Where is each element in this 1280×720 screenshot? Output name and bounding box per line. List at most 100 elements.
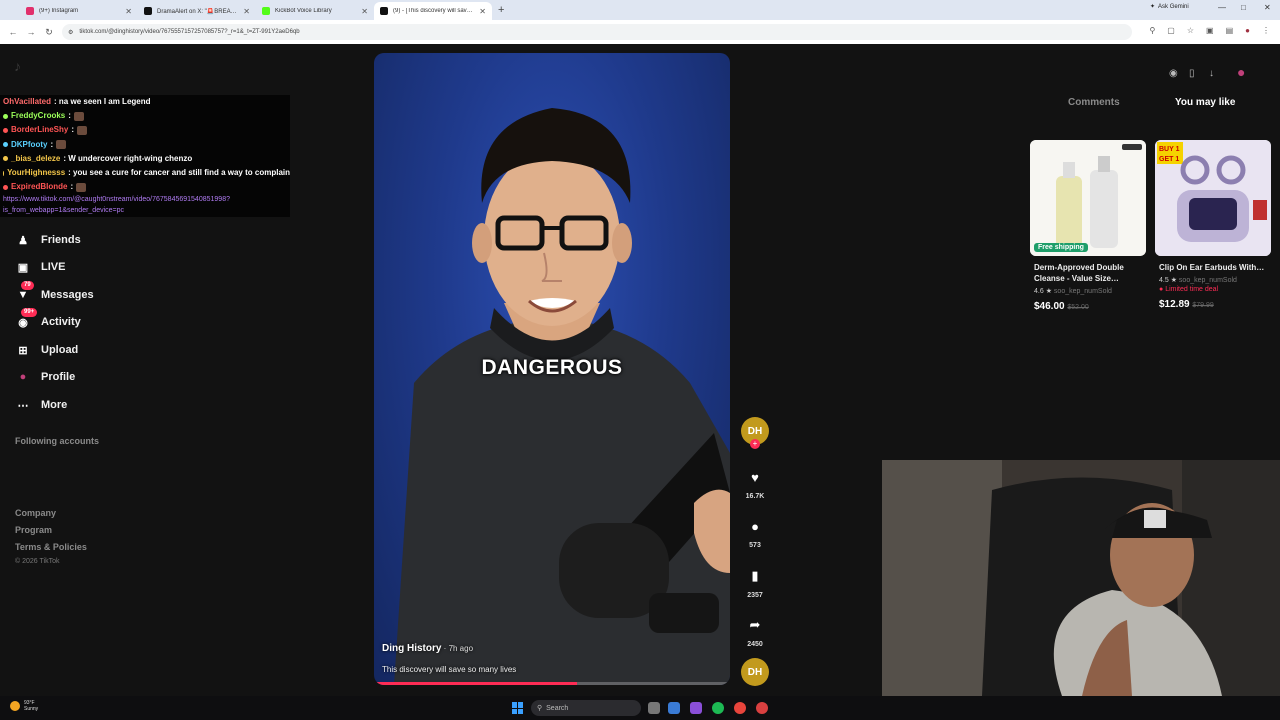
notification-badge: 99+ — [21, 308, 38, 317]
chat-message: ExpiredBlonde : — [3, 180, 290, 194]
product-card[interactable]: BUY 1 GET 1 Clip On Ear Earbuds With… 4.… — [1155, 140, 1271, 310]
sidebar-item-label: Activity — [41, 316, 81, 328]
ask-gemini-button[interactable]: ✦ Ask Gemini — [1150, 3, 1189, 11]
chat-message: _bias_deleze : W undercover right-wing c… — [3, 152, 290, 166]
toolbar-icons: ⚲ ▢ ☆ ▣ ▤ ● ⋮ — [1149, 26, 1270, 35]
chat-emote-icon — [77, 126, 88, 135]
rating-value: 4.6 — [1034, 288, 1044, 295]
browser-tab[interactable]: (9+) Instagram ✕ — [20, 2, 138, 20]
profile-avatar-icon[interactable]: ● — [1245, 26, 1250, 35]
video-author[interactable]: Ding History · 7h ago — [382, 643, 473, 654]
chat-username[interactable]: DKPfooty — [11, 138, 47, 152]
windows-start-icon[interactable] — [512, 702, 524, 714]
sidebar-item-more[interactable]: ⋯ More — [15, 397, 68, 413]
forward-icon[interactable]: → — [22, 27, 40, 37]
minimize-icon[interactable]: — — [1218, 3, 1226, 12]
video-description: This discovery will save so many lives — [382, 665, 517, 674]
extensions-icon[interactable]: ▣ — [1206, 26, 1214, 35]
activity-icon: ◉ 99+ — [15, 308, 38, 330]
download-icon[interactable]: ↓ — [1209, 68, 1214, 79]
sound-avatar-button[interactable]: DH — [740, 658, 770, 686]
post-age: · 7h ago — [441, 644, 474, 653]
sidebar-item-profile[interactable]: ● Profile — [15, 369, 76, 385]
footer-link[interactable]: Company — [15, 508, 56, 518]
tab-you-may-like[interactable]: You may like — [1175, 97, 1235, 108]
tab-close-icon[interactable]: ✕ — [243, 7, 250, 16]
url-input[interactable]: ⚙ tiktok.com/@dinghistory/video/76755571… — [62, 24, 1132, 40]
tab-comments[interactable]: Comments — [1068, 97, 1120, 108]
tab-close-icon[interactable]: ✕ — [361, 7, 368, 16]
follow-plus-icon[interactable]: + — [750, 439, 760, 449]
tab-close-icon[interactable]: ✕ — [479, 7, 486, 16]
chat-username[interactable]: _bias_deleze — [11, 152, 60, 166]
chat-link[interactable]: https://www.tiktok.com/@caught0nstream/v… — [3, 194, 290, 216]
chrome-icon[interactable] — [734, 702, 746, 714]
task-view-icon[interactable] — [648, 702, 660, 714]
comment-button[interactable]: ● 573 — [740, 519, 770, 549]
streamer-webcam-illustration — [882, 460, 1280, 696]
pin-icon: ● — [1159, 286, 1164, 293]
sidebar-item-friends[interactable]: ♟ Friends — [15, 232, 81, 248]
creator-avatar-button[interactable]: DH + — [740, 417, 770, 449]
app-icon[interactable] — [690, 702, 702, 714]
menu-icon[interactable]: ⋮ — [1262, 26, 1270, 35]
heart-icon: ♥ — [751, 470, 759, 485]
maximize-icon[interactable]: □ — [1241, 3, 1246, 12]
product-rating: 4.5 ★ soo_kep_numSold — [1155, 276, 1271, 284]
chat-badge-icon — [3, 170, 5, 176]
sidebar-item-activity[interactable]: ◉ 99+ Activity — [15, 308, 81, 330]
footer-link[interactable]: Terms & Policies — [15, 542, 87, 552]
like-count: 16.7K — [745, 493, 765, 500]
app-red-icon[interactable] — [756, 702, 768, 714]
close-window-icon[interactable]: ✕ — [1264, 3, 1271, 12]
coins-icon[interactable]: ◉ — [1169, 68, 1178, 79]
chat-text: : na we seen I am Legend — [54, 97, 151, 106]
limited-deal-label: ● Limited time deal — [1155, 286, 1271, 293]
star-icon: ★ — [1045, 288, 1052, 295]
browser-tab[interactable]: (9) - [This discovery will save so… ✕ — [374, 2, 492, 20]
weather-widget[interactable]: 93°F Sunny — [10, 700, 38, 712]
spotify-icon[interactable] — [712, 702, 724, 714]
rating-value: 4.5 — [1159, 277, 1169, 284]
copilot-icon[interactable] — [668, 702, 680, 714]
sidebar-item-label: Messages — [41, 289, 94, 301]
like-button[interactable]: ♥ 16.7K — [740, 470, 770, 500]
taskbar-search[interactable]: ⚲ Search — [531, 700, 641, 716]
site-info-icon[interactable]: ⚙ — [68, 29, 73, 36]
back-icon[interactable]: ← — [4, 27, 22, 37]
chat-username[interactable]: ExpiredBlonde — [11, 180, 67, 194]
bookmark-star-icon[interactable]: ☆ — [1187, 26, 1194, 35]
product-image: Free shipping — [1030, 140, 1146, 256]
tiktok-logo-icon[interactable]: ♪ — [14, 58, 21, 74]
device-icon[interactable]: ▯ — [1189, 68, 1195, 79]
chat-username[interactable]: FreddyCrooks — [11, 109, 65, 123]
sidebar-item-upload[interactable]: ⊞ Upload — [15, 342, 78, 358]
chat-username[interactable]: BorderLineShy — [11, 123, 68, 137]
limited-deal-text: Limited time deal — [1165, 286, 1219, 293]
browser-tab[interactable]: KickBot Voice Library ✕ — [256, 2, 374, 20]
chat-username[interactable]: OhVacillated — [3, 95, 51, 109]
user-avatar-icon[interactable]: ● — [1237, 64, 1245, 80]
comment-icon: ● — [751, 519, 759, 534]
chat-username[interactable]: YourHighnesss — [7, 166, 65, 180]
messages-icon: ▼ 79 — [15, 281, 34, 303]
video-progress-bar[interactable] — [374, 682, 730, 685]
cleanser-bottles-illustration — [1030, 140, 1146, 256]
sidebar-item-messages[interactable]: ▼ 79 Messages — [15, 281, 94, 303]
cast-icon[interactable]: ▢ — [1167, 26, 1175, 35]
new-tab-button[interactable]: + — [498, 4, 504, 16]
zoom-icon[interactable]: ⚲ — [1149, 26, 1155, 35]
price-value: $12.89 — [1159, 299, 1190, 310]
product-card[interactable]: Free shipping Derm-Approved Double Clean… — [1030, 140, 1146, 312]
sidebar-item-live[interactable]: ▣ LIVE — [15, 259, 66, 275]
tab-close-icon[interactable]: ✕ — [125, 7, 132, 16]
sidepanel-icon[interactable]: ▤ — [1226, 26, 1234, 35]
browser-tab[interactable]: DramaAlert on X: "🚨BREAKI… ✕ — [138, 2, 256, 20]
save-button[interactable]: ▮ 2357 — [740, 568, 770, 599]
video-player[interactable]: DANGEROUS Ding History · 7h ago This dis… — [374, 53, 730, 685]
reload-icon[interactable]: ↻ — [40, 27, 58, 38]
footer-link[interactable]: Program — [15, 525, 52, 535]
tab-label: (9+) Instagram — [39, 8, 79, 14]
chat-emote-icon — [76, 182, 87, 192]
share-button[interactable]: ➦ 2450 — [740, 617, 770, 648]
